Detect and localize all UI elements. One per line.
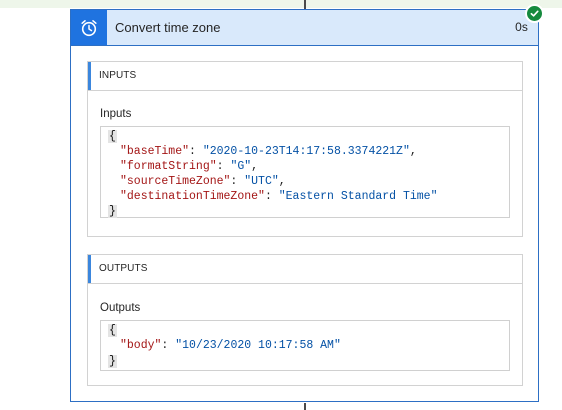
json-close-brace: } bbox=[108, 355, 117, 368]
json-line: "destinationTimeZone": "Eastern Standard… bbox=[120, 190, 438, 203]
outputs-json-viewer[interactable]: { "body": "10/23/2020 10:17:58 AM" } bbox=[100, 320, 510, 371]
inputs-section: INPUTS Inputs { "baseTime": "2020-10-23T… bbox=[87, 61, 523, 237]
json-line: { bbox=[108, 322, 117, 339]
json-line: { bbox=[108, 128, 117, 145]
json-open-brace: { bbox=[108, 324, 117, 337]
json-open-brace: { bbox=[108, 130, 117, 143]
json-key: "sourceTimeZone" bbox=[120, 175, 231, 188]
outputs-section-header[interactable]: OUTPUTS bbox=[88, 255, 522, 284]
json-separator: , bbox=[409, 145, 417, 158]
connector-line-bottom bbox=[304, 403, 306, 410]
json-key: "destinationTimeZone" bbox=[120, 190, 265, 203]
json-key: "formatString" bbox=[120, 160, 217, 173]
inputs-section-accent bbox=[88, 62, 91, 90]
inputs-json-viewer[interactable]: { "baseTime": "2020-10-23T14:17:58.33742… bbox=[100, 126, 510, 218]
json-value: "UTC" bbox=[244, 175, 279, 188]
alarm-clock-icon bbox=[81, 19, 97, 36]
json-line: } bbox=[108, 353, 117, 370]
inputs-label: Inputs bbox=[100, 108, 132, 120]
json-line: } bbox=[108, 203, 117, 220]
action-icon-tile bbox=[71, 10, 107, 45]
action-card-header[interactable]: Convert time zone 0s bbox=[71, 10, 538, 46]
action-card-convert-time-zone: Convert time zone 0s INPUTS Inputs { "ba… bbox=[70, 4, 544, 402]
json-value: "10/23/2020 10:17:58 AM" bbox=[175, 339, 341, 352]
success-check-icon bbox=[525, 4, 544, 23]
outputs-section-accent bbox=[88, 255, 91, 283]
inputs-section-header[interactable]: INPUTS bbox=[88, 62, 522, 91]
json-line: "body": "10/23/2020 10:17:58 AM" bbox=[120, 339, 341, 352]
outputs-label: Outputs bbox=[100, 302, 141, 314]
outputs-section: OUTPUTS Outputs { "body": "10/23/2020 10… bbox=[87, 254, 523, 386]
json-key: "body" bbox=[120, 339, 162, 352]
json-value: "2020-10-23T14:17:58.3374221Z" bbox=[202, 145, 410, 158]
json-close-brace: } bbox=[108, 205, 117, 218]
outputs-section-title: OUTPUTS bbox=[99, 263, 148, 274]
action-title: Convert time zone bbox=[115, 20, 221, 35]
json-separator: , bbox=[278, 175, 286, 188]
json-separator: , bbox=[251, 160, 259, 173]
flow-canvas-top-band bbox=[0, 0, 562, 8]
json-value: "Eastern Standard Time" bbox=[278, 190, 438, 203]
inputs-section-title: INPUTS bbox=[99, 70, 137, 81]
json-key: "baseTime" bbox=[120, 145, 190, 158]
json-value: "G" bbox=[230, 160, 252, 173]
